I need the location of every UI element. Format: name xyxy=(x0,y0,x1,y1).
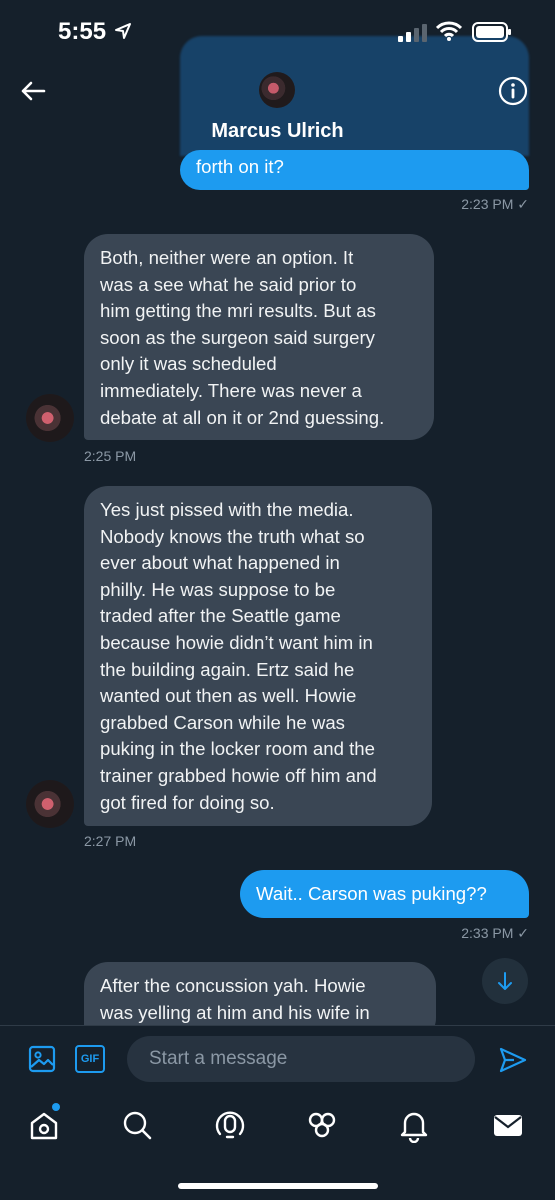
location-arrow-icon xyxy=(115,23,131,39)
contact-name[interactable]: Marcus Ulrich xyxy=(0,120,555,143)
battery-icon xyxy=(472,22,511,42)
info-icon[interactable] xyxy=(498,76,528,106)
status-time: 5:55 xyxy=(58,18,107,45)
message-line: because howie didn’t want him in xyxy=(100,631,373,653)
message-text: Wait.. Carson was puking?? xyxy=(256,883,487,904)
message-timestamp: 2:27 PM xyxy=(84,833,137,849)
message-input[interactable] xyxy=(127,1036,475,1082)
contact-avatar[interactable] xyxy=(259,72,295,108)
search-icon[interactable] xyxy=(119,1107,155,1143)
spaces-icon[interactable] xyxy=(212,1107,248,1143)
gif-button[interactable]: GIF xyxy=(75,1045,105,1073)
conversation-header: Marcus Ulrich xyxy=(0,64,555,154)
message-line: After the concussion yah. Howie xyxy=(100,975,366,996)
message-line: the building again. Ertz said he xyxy=(100,658,355,680)
message-timestamp: 2:33 PM ✓ xyxy=(461,925,529,941)
message-line: debate at all on it or 2nd guessing. xyxy=(100,406,385,428)
home-indicator xyxy=(178,1183,378,1189)
message-bubble-incoming[interactable]: Yes just pissed with the media. Nobody k… xyxy=(84,486,432,826)
message-text: forth on it? xyxy=(196,156,284,177)
message-line: him getting the mri results. But as xyxy=(100,300,376,322)
message-bubble-incoming[interactable]: Both, neither were an option. It was a s… xyxy=(84,234,434,440)
message-timestamp: 2:23 PM ✓ xyxy=(461,196,529,212)
arrow-down-icon xyxy=(498,972,512,990)
message-line: grabbed Carson while he was xyxy=(100,711,345,733)
message-line: traded after the Seattle game xyxy=(100,605,341,627)
message-line: was yelling at him and his wife in xyxy=(100,1001,370,1023)
message-line: ever about what happened in xyxy=(100,552,340,574)
signal-icon xyxy=(398,24,427,42)
send-icon[interactable] xyxy=(498,1046,528,1074)
sender-avatar[interactable] xyxy=(26,780,74,828)
back-arrow-icon[interactable] xyxy=(18,76,48,106)
message-line: immediately. There was never a xyxy=(100,379,362,401)
notifications-icon[interactable] xyxy=(396,1107,432,1143)
message-line: Both, neither were an option. It xyxy=(100,247,354,268)
home-notification-dot xyxy=(52,1103,60,1111)
messages-icon[interactable] xyxy=(490,1107,526,1143)
status-bar: 5:55 xyxy=(0,0,555,64)
scroll-to-bottom-button[interactable] xyxy=(482,958,528,1004)
image-icon[interactable] xyxy=(28,1045,56,1073)
message-line: soon as the surgeon said surgery xyxy=(100,326,375,348)
sender-avatar[interactable] xyxy=(26,394,74,442)
message-timestamp: 2:25 PM xyxy=(84,448,137,464)
communities-icon[interactable] xyxy=(304,1107,340,1143)
message-line: only it was scheduled xyxy=(100,353,277,375)
message-bubble-outgoing[interactable]: forth on it? xyxy=(180,150,529,190)
message-line: trainer grabbed howie off him and xyxy=(100,764,377,786)
message-line: was a see what he said prior to xyxy=(100,273,357,295)
wifi-icon xyxy=(436,21,462,41)
message-line: philly. He was suppose to be xyxy=(100,578,336,600)
message-line: Yes just pissed with the media. xyxy=(100,499,354,520)
message-bubble-outgoing[interactable]: Wait.. Carson was puking?? xyxy=(240,870,529,918)
home-icon[interactable] xyxy=(26,1107,62,1143)
message-composer: GIF xyxy=(0,1025,555,1095)
message-line: Nobody knows the truth what so xyxy=(100,525,365,547)
message-line: got fired for doing so. xyxy=(100,791,275,813)
message-line: puking in the locker room and the xyxy=(100,738,375,760)
message-line: wanted out then as well. Howie xyxy=(100,685,357,707)
